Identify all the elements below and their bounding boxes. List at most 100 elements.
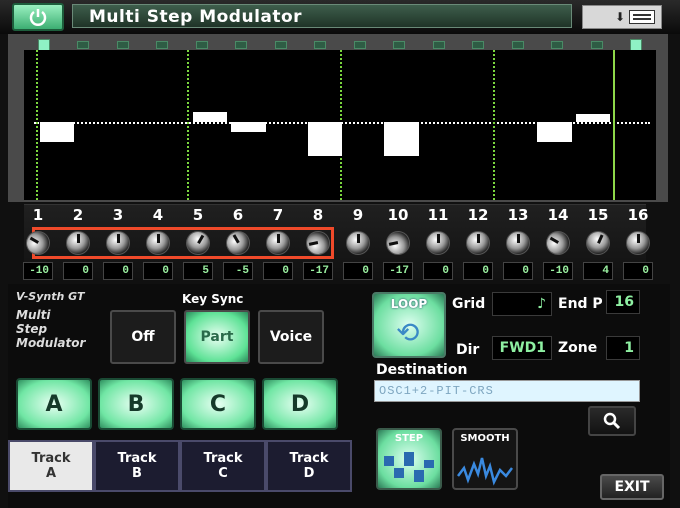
tab-track-a[interactable]: Track A	[8, 440, 94, 492]
step-value: 0	[63, 262, 93, 280]
loop-button[interactable]: LOOP ⟲	[372, 292, 446, 358]
step-marker	[314, 41, 327, 49]
step-bar[interactable]	[384, 122, 419, 156]
key-sync-label: Key Sync	[182, 292, 244, 306]
step-marker	[472, 41, 485, 49]
power-button[interactable]	[12, 3, 64, 31]
step-knob[interactable]	[541, 226, 575, 260]
knob-panel: 1 -10 2 0 3 0 4 0 5 5 6 -5 7 0 8 -17 9 0 10 -17 11 0 12 0 13 0 14-…	[21, 204, 653, 280]
step-value: -10	[23, 262, 53, 280]
step-knob[interactable]	[582, 227, 614, 259]
beat-line	[493, 50, 495, 200]
dir-field[interactable]: FWD1	[492, 336, 552, 360]
step-bar[interactable]	[537, 122, 572, 142]
step-knob[interactable]	[466, 231, 490, 255]
arrow-down-icon[interactable]: ⬇	[615, 10, 625, 24]
exit-button[interactable]: EXIT	[600, 474, 664, 500]
step-value: 0	[103, 262, 133, 280]
tab-track-a-label: Track	[31, 451, 71, 466]
step-knob[interactable]	[383, 228, 413, 258]
beat-line	[187, 50, 189, 200]
step-graph[interactable]	[24, 50, 656, 200]
step-number: 9	[352, 206, 364, 224]
power-icon	[29, 9, 47, 26]
smooth-mode-button[interactable]: SMOOTH	[452, 428, 518, 490]
search-icon	[603, 412, 621, 430]
step-bar[interactable]	[307, 122, 342, 156]
step-value: 5	[183, 262, 213, 280]
step-knob[interactable]	[66, 231, 90, 255]
group-b-button[interactable]: B	[98, 378, 174, 430]
tab-track-b[interactable]: Track B	[94, 440, 180, 492]
step-value: 0	[423, 262, 453, 280]
step-knob[interactable]	[106, 231, 130, 255]
zone-field[interactable]: 1	[606, 336, 640, 360]
tab-track-d[interactable]: Track D	[266, 440, 352, 492]
step-marker	[590, 41, 603, 49]
tab-track-b-label: Track	[117, 451, 157, 466]
step-value: -10	[543, 262, 573, 280]
step-number: 14	[547, 206, 569, 224]
step-value: 0	[463, 262, 493, 280]
end-point-field[interactable]: 16	[606, 290, 640, 314]
step-knob[interactable]	[146, 231, 170, 255]
step-knob[interactable]	[506, 231, 530, 255]
step-value: 0	[503, 262, 533, 280]
step-knob[interactable]	[266, 231, 290, 255]
step-number: 2	[72, 206, 84, 224]
step-number: 6	[232, 206, 244, 224]
product-logo: V-Synth GT	[16, 290, 85, 303]
step-bar[interactable]	[40, 122, 75, 142]
step-number: 1	[32, 206, 44, 224]
step-bar[interactable]	[231, 122, 266, 132]
step-marker	[353, 41, 366, 49]
step-number: 12	[467, 206, 489, 224]
grid-field[interactable]: ♪	[492, 292, 552, 316]
destination-field[interactable]: OSC1+2-PIT-CRS	[374, 380, 640, 402]
tab-track-b-letter: B	[132, 466, 142, 481]
key-sync-voice-button[interactable]: Voice	[258, 310, 324, 364]
module-name-line1: Multi	[16, 308, 51, 322]
step-mode-label: STEP	[394, 433, 424, 444]
zone-label: Zone	[558, 340, 598, 356]
tab-track-a-letter: A	[45, 466, 57, 481]
step-number: 5	[192, 206, 204, 224]
step-number: 7	[272, 206, 284, 224]
step-number: 13	[507, 206, 529, 224]
group-a-button[interactable]: A	[16, 378, 92, 430]
step-number: 11	[427, 206, 449, 224]
step-number: 8	[312, 206, 324, 224]
title-strip: Multi Step Modulator	[72, 4, 572, 28]
step-bar[interactable]	[193, 112, 228, 122]
smooth-wave-icon	[457, 457, 513, 486]
tab-track-c[interactable]: Track C	[180, 440, 266, 492]
tab-track-d-label: Track	[289, 451, 329, 466]
window-title: Multi Step Modulator	[89, 7, 303, 27]
step-knob[interactable]	[626, 231, 650, 255]
play-position-line	[613, 50, 616, 200]
module-name-line2: Step	[16, 322, 48, 336]
step-value: 4	[583, 262, 613, 280]
step-value: 0	[343, 262, 373, 280]
step-number: 15	[587, 206, 609, 224]
step-marker	[195, 41, 208, 49]
step-value: -17	[303, 262, 333, 280]
group-c-button[interactable]: C	[180, 378, 256, 430]
title-bar: Multi Step Modulator ⬇	[0, 0, 680, 34]
step-mode-button[interactable]: STEP	[376, 428, 442, 490]
step-marker	[235, 41, 248, 49]
step-knob[interactable]	[426, 231, 450, 255]
window-list-icon[interactable]	[629, 10, 655, 24]
step-value: 0	[143, 262, 173, 280]
tab-track-c-label: Track	[203, 451, 243, 466]
step-value: -5	[223, 262, 253, 280]
search-button[interactable]	[588, 406, 636, 436]
module-name: Multi Step Modulator	[16, 308, 111, 350]
step-marker	[511, 41, 524, 49]
step-knob[interactable]	[346, 231, 370, 255]
key-sync-off-button[interactable]: Off	[110, 310, 176, 364]
key-sync-part-button[interactable]: Part	[184, 310, 250, 364]
step-bar[interactable]	[575, 114, 610, 122]
step-value: 0	[623, 262, 653, 280]
group-d-button[interactable]: D	[262, 378, 338, 430]
